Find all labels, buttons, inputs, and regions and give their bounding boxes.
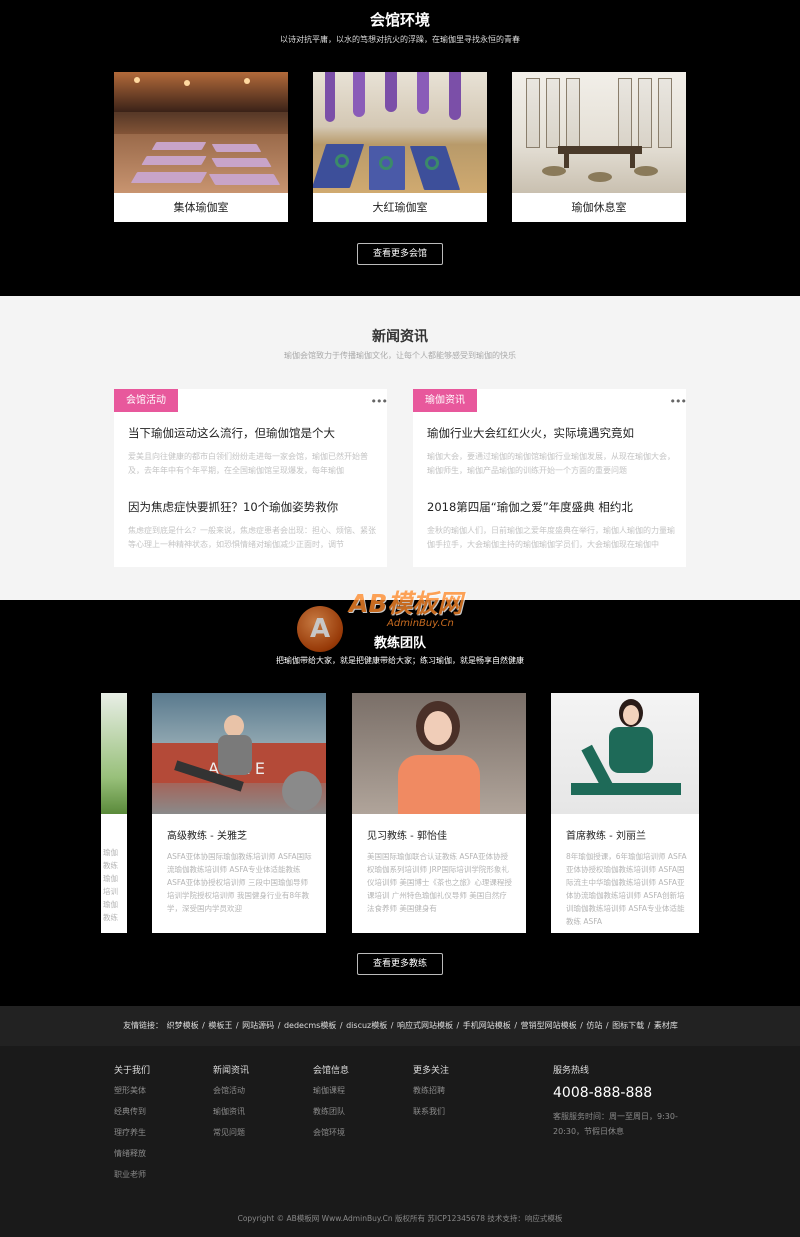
coach-photo bbox=[101, 693, 127, 814]
venue-label: 大红瑜伽室 bbox=[372, 201, 428, 214]
footer-link[interactable]: 教练招聘 bbox=[413, 1084, 503, 1105]
coach-subtitle: 把瑜伽带给大家，就是把健康带给大家；练习瑜伽，就是畅享自然健康 bbox=[276, 656, 524, 665]
footer-link[interactable]: 经典传到 bbox=[114, 1105, 204, 1126]
news-subtitle: 瑜伽会馆致力于传播瑜伽文化，让每个人都能够感受到瑜伽的快乐 bbox=[284, 351, 516, 360]
friend-link[interactable]: 营销型网站模板 bbox=[521, 1021, 577, 1030]
hotline-phone: 4008-888-888 bbox=[553, 1085, 653, 1101]
news-item-title: 瑜伽行业大会红红火火，实际境遇究竟如 bbox=[427, 426, 634, 440]
venue-label: 集体瑜伽室 bbox=[173, 201, 229, 214]
news-item-title: 因为焦虑症快要抓狂？10个瑜伽姿势救你 bbox=[128, 500, 339, 514]
footer-link[interactable]: 常见问题 bbox=[213, 1126, 303, 1147]
coach-card[interactable]: ANNE 高级教练 - 关雅芝 ASFA亚体协国际瑜伽教练培训师 ASFA国际流… bbox=[152, 693, 326, 933]
watermark-url: AdminBuy.Cn bbox=[387, 618, 454, 629]
news-tag-activities[interactable]: 会馆活动 bbox=[114, 389, 178, 412]
friend-links-bar: 友情链接： 织梦模板 / 模板王 / 网站源码 / dedecms模板 / di… bbox=[0, 1006, 800, 1046]
news-title: 新闻资讯 bbox=[372, 329, 428, 345]
friend-link[interactable]: 仿站 bbox=[586, 1021, 602, 1030]
friend-link[interactable]: 模板王 bbox=[208, 1021, 232, 1030]
news-item[interactable]: 2018第四届“瑜伽之爱”年度盛典 相约北 金秋的瑜伽人们，日前瑜伽之爱年度盛典… bbox=[427, 499, 675, 552]
coach-desc: 瑜伽教练瑜伽培训瑜伽教练培训瑜伽教练瑜伽 bbox=[103, 848, 118, 922]
venue-title: 会馆环境 bbox=[369, 11, 430, 29]
footer-link[interactable]: 联系我们 bbox=[413, 1105, 503, 1126]
friend-links-label: 友情链接： bbox=[123, 1021, 164, 1030]
coach-photo bbox=[352, 693, 526, 814]
footer-link[interactable]: 理疗养生 bbox=[114, 1126, 204, 1147]
hotline-title: 服务热线 bbox=[553, 1066, 590, 1076]
more-dots-icon[interactable]: ••• bbox=[670, 395, 687, 408]
friend-link[interactable]: 素材库 bbox=[654, 1021, 678, 1030]
coach-desc: 8年瑜伽授课，6年瑜伽培训师 ASFA亚体协授权瑜伽教练培训师 ASFA国际流主… bbox=[566, 852, 687, 926]
friend-link[interactable]: 图标下载 bbox=[612, 1021, 644, 1030]
venue-label: 瑜伽休息室 bbox=[571, 201, 627, 214]
coach-name: 首席教练 - 刘丽兰 bbox=[566, 831, 646, 842]
coach-desc: 美国国际瑜伽联合认证教练 ASFA亚体协授权瑜伽系列培训师 JRP国际培训学院形… bbox=[367, 852, 512, 913]
friend-link[interactable]: dedecms模板 bbox=[284, 1021, 336, 1030]
venue-card-group-room[interactable]: 集体瑜伽室 bbox=[114, 72, 288, 222]
more-coaches-button[interactable]: 查看更多教练 bbox=[357, 953, 443, 975]
coach-desc: ASFA亚体协国际瑜伽教练培训师 ASFA国际流瑜伽教练培训师 ASFA专业体适… bbox=[167, 852, 312, 913]
news-item-desc: 爱美且向往健康的都市白领们纷纷走进每一家会馆，瑜伽已然开始普及，去年年中有个年平… bbox=[128, 452, 368, 475]
friend-link[interactable]: 织梦模板 bbox=[167, 1021, 199, 1030]
more-dots-icon[interactable]: ••• bbox=[371, 395, 388, 408]
news-tag-yoga-info[interactable]: 瑜伽资讯 bbox=[413, 389, 477, 412]
coach-name: 见习教练 - 郭怡佳 bbox=[367, 831, 447, 842]
coach-section: 教练团队 把瑜伽带给大家，就是把健康带给大家；练习瑜伽，就是畅享自然健康 瑜伽教… bbox=[0, 600, 800, 1006]
news-item[interactable]: 因为焦虑症快要抓狂？10个瑜伽姿势救你 焦虑症到底是什么？一般来说，焦虑症患者会… bbox=[128, 499, 376, 552]
venue-photo-group-room bbox=[114, 72, 288, 193]
friend-link[interactable]: discuz模板 bbox=[346, 1021, 387, 1030]
venue-photo-rest-room bbox=[512, 72, 686, 193]
footer-column-title: 更多关注 bbox=[413, 1066, 450, 1076]
service-hours: 客服服务时间：周一至周日，9:30-20:30，节假日休息 bbox=[553, 1112, 678, 1136]
venue-subtitle: 以诗对抗平庸，以水的笃想对抗火的浮躁，在瑜伽里寻找永恒的青春 bbox=[280, 35, 520, 44]
watermark-logo: A AB模板网 AdminBuy.Cn bbox=[297, 576, 517, 652]
footer-link[interactable]: 塑形美体 bbox=[114, 1084, 204, 1105]
site-footer: 关于我们 塑形美体 经典传到 理疗养生 情绪释放 职业老师 新闻资讯 会馆活动 … bbox=[0, 1046, 800, 1237]
footer-column-title: 会馆信息 bbox=[313, 1066, 350, 1076]
news-panel-yoga-info: 瑜伽资讯 ••• 瑜伽行业大会红红火火，实际境遇究竟如 瑜伽大会，要通过瑜伽的瑜… bbox=[413, 389, 687, 567]
footer-column-title: 新闻资讯 bbox=[213, 1066, 250, 1076]
coach-photo: ANNE bbox=[152, 693, 326, 814]
news-item-title: 2018第四届“瑜伽之爱”年度盛典 相约北 bbox=[427, 500, 633, 514]
footer-link[interactable]: 瑜伽资讯 bbox=[213, 1105, 303, 1126]
venue-card-rest-room[interactable]: 瑜伽休息室 bbox=[512, 72, 686, 222]
footer-column-more: 更多关注 教练招聘 联系我们 bbox=[413, 1063, 503, 1126]
footer-link[interactable]: 职业老师 bbox=[114, 1168, 204, 1189]
news-item-title: 当下瑜伽运动这么流行，但瑜伽馆是个大 bbox=[128, 426, 335, 440]
watermark-logo-icon: A bbox=[297, 606, 343, 652]
watermark-brand: AB模板网 bbox=[349, 589, 463, 618]
news-item[interactable]: 瑜伽行业大会红红火火，实际境遇究竟如 瑜伽大会，要通过瑜伽的瑜伽馆瑜伽行业瑜伽发… bbox=[427, 425, 675, 478]
friend-link[interactable]: 响应式网站模板 bbox=[397, 1021, 453, 1030]
footer-column-news: 新闻资讯 会馆活动 瑜伽资讯 常见问题 bbox=[213, 1063, 303, 1147]
more-venues-button[interactable]: 查看更多会馆 bbox=[357, 243, 443, 265]
venue-section: 会馆环境 以诗对抗平庸，以水的笃想对抗火的浮躁，在瑜伽里寻找永恒的青春 集体瑜伽… bbox=[0, 0, 800, 296]
footer-link[interactable]: 教练团队 bbox=[313, 1105, 403, 1126]
footer-link[interactable]: 瑜伽课程 bbox=[313, 1084, 403, 1105]
news-item-desc: 金秋的瑜伽人们，日前瑜伽之爱年度盛典在举行，瑜伽人瑜伽的力量瑜伽手拉手，大会瑜伽… bbox=[427, 526, 675, 549]
copyright: Copyright © AB模板网 Www.AdminBuy.Cn 版权所有 苏… bbox=[237, 1214, 563, 1223]
footer-link[interactable]: 会馆环境 bbox=[313, 1126, 403, 1147]
footer-link[interactable]: 情绪释放 bbox=[114, 1147, 204, 1168]
footer-column-venue: 会馆信息 瑜伽课程 教练团队 会馆环境 bbox=[313, 1063, 403, 1147]
friend-link[interactable]: 网站源码 bbox=[242, 1021, 274, 1030]
news-item-desc: 焦虑症到底是什么？一般来说，焦虑症患者会出现：担心、烦恼、紧张等心理上一种精神状… bbox=[128, 526, 376, 549]
coach-card[interactable]: 见习教练 - 郭怡佳 美国国际瑜伽联合认证教练 ASFA亚体协授权瑜伽系列培训师… bbox=[352, 693, 526, 933]
coach-card[interactable]: 首席教练 - 刘丽兰 8年瑜伽授课，6年瑜伽培训师 ASFA亚体协授权瑜伽教练培… bbox=[551, 693, 699, 933]
news-section: 新闻资讯 瑜伽会馆致力于传播瑜伽文化，让每个人都能够感受到瑜伽的快乐 会馆活动 … bbox=[0, 296, 800, 600]
news-panel-activities: 会馆活动 ••• 当下瑜伽运动这么流行，但瑜伽馆是个大 爱美且向往健康的都市白领… bbox=[114, 389, 388, 567]
footer-link[interactable]: 会馆活动 bbox=[213, 1084, 303, 1105]
footer-column-about: 关于我们 塑形美体 经典传到 理疗养生 情绪释放 职业老师 bbox=[114, 1063, 204, 1189]
venue-photo-red-room bbox=[313, 72, 487, 193]
coach-photo bbox=[551, 693, 699, 814]
footer-column-title: 关于我们 bbox=[114, 1066, 151, 1076]
news-item-desc: 瑜伽大会，要通过瑜伽的瑜伽馆瑜伽行业瑜伽发展，从现在瑜伽大会，瑜伽师生，瑜伽产品… bbox=[427, 452, 675, 475]
venue-card-red-room[interactable]: 大红瑜伽室 bbox=[313, 72, 487, 222]
footer-contact: 服务热线 4008-888-888 客服服务时间：周一至周日，9:30-20:3… bbox=[553, 1063, 693, 1139]
coach-card-partial[interactable]: 瑜伽教练瑜伽培训瑜伽教练培训瑜伽教练瑜伽 bbox=[101, 693, 127, 933]
friend-link[interactable]: 手机网站模板 bbox=[463, 1021, 511, 1030]
news-item[interactable]: 当下瑜伽运动这么流行，但瑜伽馆是个大 爱美且向往健康的都市白领们纷纷走进每一家会… bbox=[128, 425, 376, 478]
coach-name: 高级教练 - 关雅芝 bbox=[167, 831, 247, 842]
